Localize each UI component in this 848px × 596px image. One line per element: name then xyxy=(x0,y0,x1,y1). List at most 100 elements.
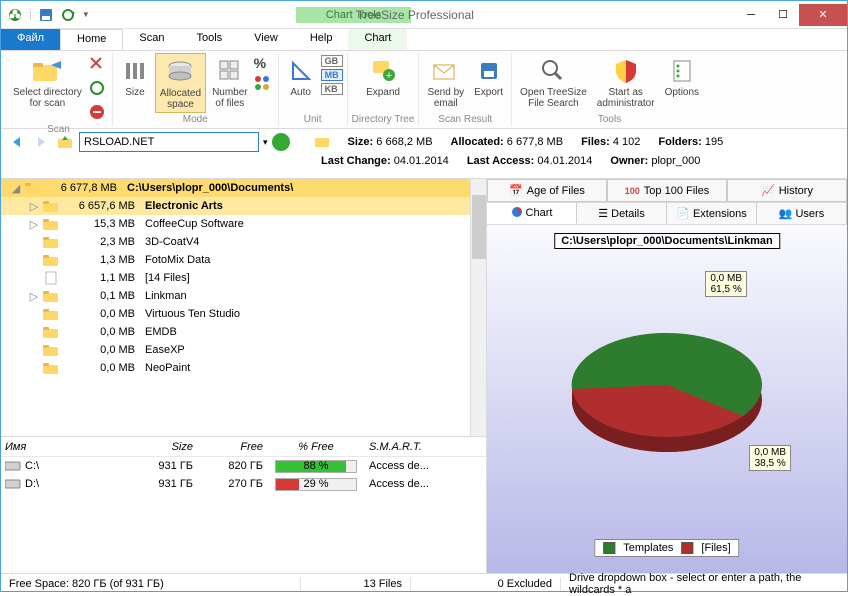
refresh-scan-icon[interactable] xyxy=(88,79,108,99)
details-icon: ☰ xyxy=(598,207,608,220)
unit-auto-button[interactable]: Auto xyxy=(283,53,319,100)
chart-label-1: 0,0 MB 61,5 % xyxy=(705,271,747,297)
start-as-admin-button[interactable]: Start as administrator xyxy=(593,53,659,111)
expand-toggle-icon[interactable]: ◢ xyxy=(9,182,23,195)
ribbon-group-unit: Auto GB MB KB Unit xyxy=(279,53,348,126)
folder-up-icon[interactable] xyxy=(55,132,75,152)
subtab-extensions[interactable]: 📄Extensions xyxy=(667,203,757,224)
pie-icon xyxy=(511,206,523,221)
tab-home[interactable]: Home xyxy=(60,29,123,50)
drive-row[interactable]: D:\931 ГБ270 ГБ29 %Access de... xyxy=(1,475,486,493)
mode-extra-icon[interactable] xyxy=(254,75,274,95)
extensions-icon: 📄 xyxy=(676,207,690,220)
tree-row[interactable]: 1,3 MBFotoMix Data xyxy=(1,251,486,269)
minimize-button[interactable]: ─ xyxy=(735,4,767,26)
unit-kb-button[interactable]: KB xyxy=(321,83,343,95)
file-tab[interactable]: Файл xyxy=(1,29,60,50)
status-bar: Free Space: 820 ГБ (of 931 ГБ) 13 Files … xyxy=(1,573,847,593)
ribbon: Select directory for scan Scan Size Allo… xyxy=(1,51,847,129)
tab-chart[interactable]: Chart xyxy=(348,29,407,50)
tree-scrollbar[interactable] xyxy=(470,179,486,436)
tree-row[interactable]: ◢6 677,8 MBC:\Users\plopr_000\Documents\ xyxy=(1,179,486,197)
unit-mb-button[interactable]: MB xyxy=(321,69,343,81)
path-dropdown-icon[interactable]: ▾ xyxy=(263,137,268,148)
drives-header: Имя Size Free % Free S.M.A.R.T. xyxy=(1,437,486,457)
folder-icon xyxy=(43,361,59,375)
ribbon-group-tools: Open TreeSize File Search Start as admin… xyxy=(512,53,707,126)
folder-icon xyxy=(43,307,59,321)
path-input[interactable] xyxy=(79,132,259,152)
tree-row[interactable]: 0,0 MBVirtuous Ten Studio xyxy=(1,305,486,323)
chart-title: C:\Users\plopr_000\Documents\Linkman xyxy=(554,233,780,249)
chart-label-2: 0,0 MB 38,5 % xyxy=(749,445,791,471)
tab-help[interactable]: Help xyxy=(294,29,349,50)
export-button[interactable]: Export xyxy=(470,53,507,100)
tab-view[interactable]: View xyxy=(238,29,294,50)
send-email-button[interactable]: Send by email xyxy=(423,53,468,111)
back-button[interactable] xyxy=(7,132,27,152)
folder-icon xyxy=(43,289,59,303)
users-icon: 👥 xyxy=(779,207,793,220)
open-filesearch-button[interactable]: Open TreeSize File Search xyxy=(516,53,591,111)
tree-row[interactable]: 1,1 MB[14 Files] xyxy=(1,269,486,287)
drive-row[interactable]: C:\931 ГБ820 ГБ88 %Access de... xyxy=(1,457,486,475)
mode-size-button[interactable]: Size xyxy=(117,53,153,100)
tree-row[interactable]: ▷15,3 MBCoffeeCup Software xyxy=(1,215,486,233)
expand-toggle-icon[interactable]: ▷ xyxy=(27,200,41,213)
folder-icon xyxy=(43,253,59,267)
go-button[interactable] xyxy=(272,133,290,151)
ribbon-group-scan: Select directory for scan Scan xyxy=(5,53,113,126)
tab-age-of-files[interactable]: 📅Age of Files xyxy=(487,179,607,202)
app-title: TreeSize Professional xyxy=(357,8,474,22)
history-icon: 📈 xyxy=(761,184,775,197)
stop-scan-icon[interactable] xyxy=(88,103,108,123)
chart-area: C:\Users\plopr_000\Documents\Linkman 0,0… xyxy=(487,225,847,573)
percent-icon[interactable]: % xyxy=(254,55,274,71)
tab-scan[interactable]: Scan xyxy=(123,29,180,50)
content-area: ◢6 677,8 MBC:\Users\plopr_000\Documents\… xyxy=(1,179,847,573)
chart-legend: Templates [Files] xyxy=(594,539,739,557)
svg-text:+: + xyxy=(386,70,392,82)
qat-separator: | xyxy=(29,9,32,21)
folder-icon xyxy=(43,235,59,249)
mode-allocated-button[interactable]: Allocated space xyxy=(155,53,206,113)
folder-stats-icon xyxy=(314,134,330,151)
tree-row[interactable]: ▷0,1 MBLinkman xyxy=(1,287,486,305)
file-icon xyxy=(43,271,59,285)
options-button[interactable]: Options xyxy=(661,53,703,100)
mode-numfiles-button[interactable]: Number of files xyxy=(208,53,252,111)
tree-row[interactable]: 0,0 MBEaseXP xyxy=(1,341,486,359)
expand-button[interactable]: + Expand xyxy=(356,53,410,100)
tree-row[interactable]: 0,0 MBNeoPaint xyxy=(1,359,486,377)
tab-history[interactable]: 📈History xyxy=(727,179,847,202)
directory-tree[interactable]: ◢6 677,8 MBC:\Users\plopr_000\Documents\… xyxy=(1,179,486,436)
close-button[interactable]: ✕ xyxy=(799,4,847,26)
tab-top-100[interactable]: 100Top 100 Files xyxy=(607,179,727,202)
status-files: 13 Files xyxy=(301,578,411,590)
pie-chart[interactable] xyxy=(557,305,777,485)
subtab-users[interactable]: 👥Users xyxy=(757,203,847,224)
ribbon-group-dirtree: + Expand Directory Tree xyxy=(348,53,420,126)
folder-icon xyxy=(43,325,59,339)
select-directory-button[interactable]: Select directory for scan xyxy=(9,53,86,111)
tree-row[interactable]: 0,0 MBEMDB xyxy=(1,323,486,341)
tree-row[interactable]: ▷6 657,6 MBElectronic Arts xyxy=(1,197,486,215)
forward-button[interactable] xyxy=(31,132,51,152)
left-panel: ◢6 677,8 MBC:\Users\plopr_000\Documents\… xyxy=(1,179,487,573)
legend-swatch-templates xyxy=(603,542,615,554)
refresh-icon[interactable] xyxy=(60,7,76,23)
calendar-icon: 📅 xyxy=(509,184,523,197)
tree-row[interactable]: 2,3 MB3D-CoatV4 xyxy=(1,233,486,251)
subtab-chart[interactable]: Chart xyxy=(487,203,577,224)
qat-dropdown-icon[interactable]: ▼ xyxy=(82,10,90,19)
maximize-button[interactable]: ☐ xyxy=(767,4,799,26)
remove-scan-icon[interactable] xyxy=(88,55,108,75)
subtab-details[interactable]: ☰Details xyxy=(577,203,667,224)
expand-toggle-icon[interactable]: ▷ xyxy=(27,290,41,303)
status-excluded: 0 Excluded xyxy=(411,578,561,590)
tab-tools[interactable]: Tools xyxy=(180,29,238,50)
save-icon[interactable] xyxy=(38,7,54,23)
app-icon xyxy=(7,7,23,23)
expand-toggle-icon[interactable]: ▷ xyxy=(27,218,41,231)
unit-gb-button[interactable]: GB xyxy=(321,55,343,67)
